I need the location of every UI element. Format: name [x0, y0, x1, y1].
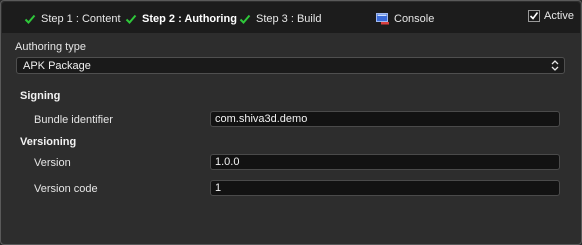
- console-button[interactable]: Console: [376, 11, 434, 27]
- checkmark-icon: [24, 14, 36, 24]
- version-code-label: Version code: [34, 183, 98, 195]
- bundle-identifier-field[interactable]: [210, 111, 560, 127]
- step-2-label: Step 2 : Authoring: [142, 13, 237, 25]
- version-field[interactable]: [210, 154, 560, 170]
- authoring-type-dropdown[interactable]: APK Package: [16, 57, 565, 74]
- checkmark-icon: [529, 12, 539, 20]
- active-toggle[interactable]: Active: [528, 10, 574, 22]
- updown-arrows-icon: [551, 60, 559, 71]
- wizard-toolbar: Step 1 : Content Step 2 : Authoring Step…: [2, 2, 580, 33]
- version-code-field[interactable]: [210, 180, 560, 196]
- step-3-label: Step 3 : Build: [256, 13, 322, 25]
- step-2-authoring-tab[interactable]: Step 2 : Authoring: [125, 11, 237, 27]
- versioning-section-title: Versioning: [20, 136, 77, 148]
- bundle-identifier-label: Bundle identifier: [34, 114, 113, 126]
- step-3-build-tab[interactable]: Step 3 : Build: [239, 11, 321, 27]
- step-1-content-tab[interactable]: Step 1 : Content: [24, 11, 121, 27]
- authoring-panel: Step 1 : Content Step 2 : Authoring Step…: [0, 0, 582, 245]
- step-1-label: Step 1 : Content: [41, 13, 121, 25]
- version-label: Version: [34, 157, 71, 169]
- console-label: Console: [394, 13, 435, 25]
- authoring-type-value: APK Package: [23, 59, 91, 72]
- authoring-type-label: Authoring type: [15, 41, 86, 53]
- active-checkbox[interactable]: [528, 10, 540, 22]
- active-label: Active: [544, 10, 574, 22]
- checkmark-icon: [125, 14, 137, 24]
- checkmark-icon: [239, 14, 251, 24]
- signing-section-title: Signing: [20, 90, 61, 102]
- console-icon: [376, 13, 389, 25]
